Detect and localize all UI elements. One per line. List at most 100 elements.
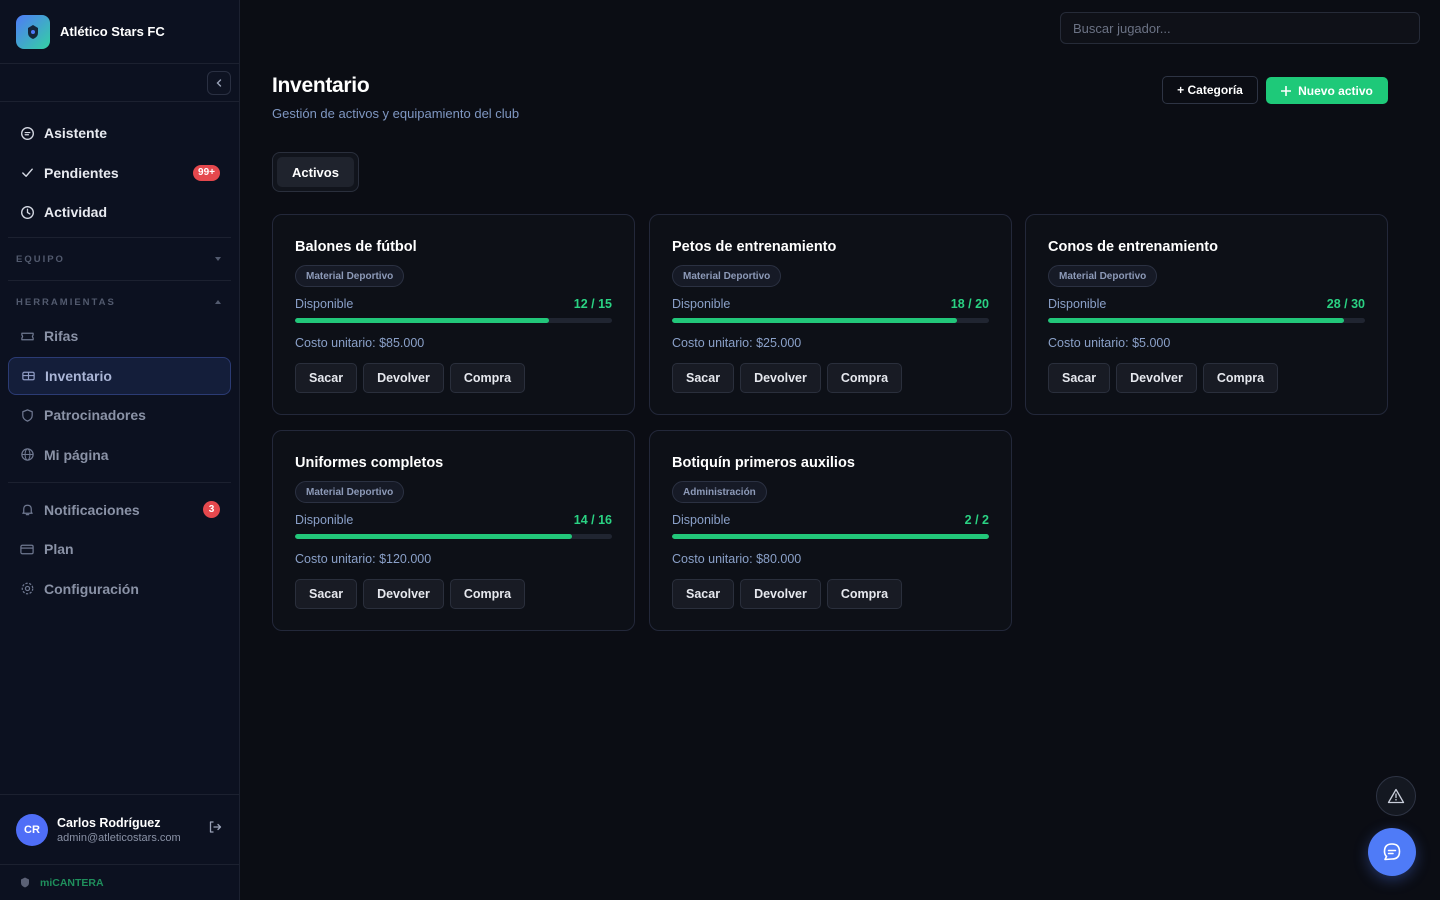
sidebar-item-asistente[interactable]: Asistente	[8, 114, 231, 152]
divider	[8, 481, 231, 483]
availability-bar-fill	[672, 318, 958, 323]
buy-button[interactable]: Compra	[449, 579, 526, 609]
asset-actions: Sacar Devolver Compra	[672, 363, 903, 393]
availability-bar	[295, 318, 612, 323]
user-profile[interactable]: CR Carlos Rodríguez admin@atleticostars.…	[0, 794, 239, 864]
sidebar-nav: Asistente Pendientes 99+ Actividad EQUIP…	[0, 102, 239, 608]
sidebar-item-label: Inventario	[45, 367, 112, 384]
unit-cost: Costo unitario: $5.000	[1048, 336, 1171, 350]
caret-up-icon	[215, 300, 221, 304]
availability-row: Disponible 18 / 20	[672, 297, 989, 311]
warning-icon	[1387, 788, 1405, 804]
add-category-button[interactable]: + Categoría	[1162, 76, 1258, 104]
sidebar-item-label: Actividad	[44, 204, 108, 220]
return-button[interactable]: Devolver	[740, 363, 821, 393]
sidebar-item-label: Mi página	[44, 446, 109, 463]
report-issue-button[interactable]	[1376, 776, 1416, 816]
take-button[interactable]: Sacar	[672, 579, 735, 609]
notifications-count-badge: 3	[203, 501, 220, 518]
box-icon	[20, 368, 36, 384]
section-equipo-toggle[interactable]: EQUIPO	[8, 244, 231, 274]
take-button[interactable]: Sacar	[295, 363, 358, 393]
availability-count: 28 / 30	[1326, 297, 1365, 311]
sidebar-item-inventario[interactable]: Inventario	[8, 356, 231, 395]
ticket-icon	[19, 328, 35, 344]
new-asset-button[interactable]: Nuevo activo	[1266, 77, 1388, 104]
divider	[8, 237, 231, 238]
buy-button[interactable]: Compra	[1202, 363, 1279, 393]
section-equipo-label: EQUIPO	[16, 253, 65, 265]
club-name: Atlético Stars FC	[60, 24, 165, 39]
availability-bar-fill	[672, 534, 989, 539]
tab-activos[interactable]: Activos	[277, 157, 354, 187]
sidebar-item-label: Plan	[44, 541, 74, 557]
user-info: Carlos Rodríguez admin@atleticostars.com	[57, 816, 207, 844]
asset-category-chip: Material Deportivo	[295, 265, 405, 287]
brand-header[interactable]: Atlético Stars FC	[0, 0, 239, 64]
sidebar-item-actividad[interactable]: Actividad	[8, 193, 231, 231]
chat-icon	[1383, 843, 1401, 861]
sidebar-item-notificaciones[interactable]: Notificaciones 3	[8, 491, 231, 529]
club-logo-icon	[16, 14, 50, 49]
unit-cost: Costo unitario: $80.000	[672, 552, 802, 566]
plus-icon	[1281, 85, 1292, 96]
logout-icon[interactable]	[207, 819, 223, 840]
asset-name: Balones de fútbol	[295, 239, 417, 255]
availability-bar	[295, 534, 612, 539]
asset-card: Uniformes completos Material Deportivo D…	[272, 430, 635, 631]
clock-icon	[19, 204, 35, 220]
sidebar-item-configuracion[interactable]: Configuración	[8, 570, 231, 608]
sidebar-item-patrocinadores[interactable]: Patrocinadores	[8, 396, 231, 434]
section-herramientas-label: HERRAMIENTAS	[16, 296, 116, 308]
return-button[interactable]: Devolver	[1116, 363, 1197, 393]
shield-icon	[19, 407, 35, 423]
collapse-row	[0, 64, 239, 102]
return-button[interactable]: Devolver	[740, 579, 821, 609]
return-button[interactable]: Devolver	[363, 363, 444, 393]
chat-icon	[19, 125, 35, 141]
sidebar-item-rifas[interactable]: Rifas	[8, 317, 231, 355]
availability-bar-fill	[295, 534, 573, 539]
app-shell: Atlético Stars FC Asistente Pendientes 9…	[0, 0, 1440, 900]
take-button[interactable]: Sacar	[295, 579, 358, 609]
asset-category-chip: Material Deportivo	[295, 481, 405, 503]
availability-label: Disponible	[1048, 297, 1107, 311]
availability-label: Disponible	[295, 513, 354, 527]
asset-card: Balones de fútbol Material Deportivo Dis…	[272, 214, 635, 415]
asset-actions: Sacar Devolver Compra	[295, 363, 526, 393]
asset-card: Conos de entrenamiento Material Deportiv…	[1025, 214, 1388, 415]
asset-actions: Sacar Devolver Compra	[295, 579, 526, 609]
section-herramientas-toggle[interactable]: HERRAMIENTAS	[8, 287, 231, 317]
return-button[interactable]: Devolver	[363, 579, 444, 609]
buy-button[interactable]: Compra	[449, 363, 526, 393]
sidebar-item-label: Notificaciones	[44, 501, 140, 518]
take-button[interactable]: Sacar	[1048, 363, 1111, 393]
availability-bar-fill	[1048, 318, 1344, 323]
divider	[8, 280, 231, 281]
buy-button[interactable]: Compra	[826, 363, 903, 393]
collapse-sidebar-button[interactable]	[207, 71, 231, 95]
tab-bar: Activos	[272, 152, 359, 192]
sidebar-item-mi-pagina[interactable]: Mi página	[8, 436, 231, 474]
buy-button[interactable]: Compra	[826, 579, 903, 609]
avatar: CR	[16, 813, 48, 846]
check-icon	[19, 165, 35, 181]
globe-icon	[19, 447, 35, 463]
search-input[interactable]	[1060, 12, 1420, 44]
availability-count: 2 / 2	[964, 513, 989, 527]
sidebar-item-label: Rifas	[44, 328, 79, 344]
take-button[interactable]: Sacar	[672, 363, 735, 393]
availability-label: Disponible	[295, 297, 354, 311]
pending-count-badge: 99+	[193, 164, 220, 181]
chat-assistant-button[interactable]	[1368, 828, 1416, 876]
bell-icon	[19, 502, 35, 518]
sidebar-item-pendientes[interactable]: Pendientes 99+	[8, 154, 231, 192]
sidebar-item-plan[interactable]: Plan	[8, 530, 231, 568]
asset-card: Botiquín primeros auxilios Administració…	[649, 430, 1012, 631]
availability-bar	[672, 318, 989, 323]
asset-name: Botiquín primeros auxilios	[672, 455, 855, 471]
availability-bar	[672, 534, 989, 539]
asset-category-chip: Material Deportivo	[1048, 265, 1158, 287]
platform-name: miCANTERA	[40, 876, 104, 889]
asset-category-chip: Material Deportivo	[672, 265, 782, 287]
